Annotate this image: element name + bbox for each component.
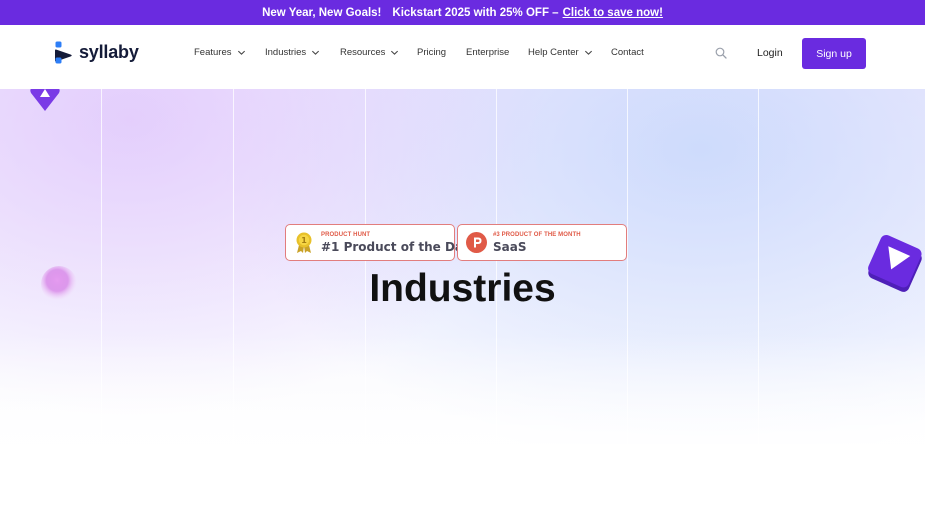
- promo-offer: Kickstart 2025 with 25% OFF –: [392, 6, 559, 19]
- product-hunt-day-badge[interactable]: 1 PRODUCT HUNT #1 Product of the Day: [285, 224, 470, 261]
- syllaby-logo-icon: [55, 41, 72, 64]
- promo-banner: New Year, New Goals! Kickstart 2025 with…: [0, 0, 925, 25]
- nav-enterprise-label: Enterprise: [466, 47, 510, 58]
- product-hunt-month-badge[interactable]: #3 PRODUCT OF THE MONTH SaaS: [457, 224, 627, 261]
- logo[interactable]: syllaby: [55, 41, 139, 64]
- nav-enterprise[interactable]: Enterprise: [466, 47, 509, 58]
- sign-up-button[interactable]: Sign up: [802, 38, 866, 69]
- hero-section: 1 PRODUCT HUNT #1 Product of the Day #3 …: [0, 89, 925, 444]
- badge-source: #3 PRODUCT OF THE MONTH: [493, 232, 581, 238]
- nav-resources[interactable]: Resources: [340, 47, 399, 58]
- chevron-down-icon: [312, 50, 320, 55]
- product-hunt-icon: [466, 232, 487, 253]
- nav-pricing[interactable]: Pricing: [417, 47, 446, 58]
- medal-icon: 1: [296, 232, 312, 253]
- top-navigation: syllaby Features Industries Resources Pr…: [0, 25, 925, 89]
- nav-features-label: Features: [194, 47, 232, 58]
- page-title: Industries: [369, 267, 556, 310]
- chevron-down-icon: [584, 50, 592, 55]
- hero-fade: [0, 334, 925, 444]
- nav-industries-label: Industries: [265, 47, 307, 58]
- nav-contact-label: Contact: [611, 47, 644, 58]
- badge-title: #1 Product of the Day: [321, 240, 471, 254]
- nav-features[interactable]: Features: [194, 47, 246, 58]
- nav-resources-label: Resources: [340, 47, 386, 58]
- badge-title: SaaS: [493, 240, 527, 254]
- logo-text: syllaby: [79, 42, 139, 62]
- chevron-down-icon: [391, 50, 399, 55]
- search-icon[interactable]: [715, 47, 727, 59]
- decorative-shape-icon: [30, 89, 60, 111]
- nav-contact[interactable]: Contact: [611, 47, 644, 58]
- promo-link[interactable]: Click to save now!: [563, 7, 663, 19]
- badge-source: PRODUCT HUNT: [321, 232, 371, 238]
- nav-help-center-label: Help Center: [528, 47, 579, 58]
- login-link[interactable]: Login: [757, 47, 783, 59]
- nav-help-center[interactable]: Help Center: [528, 47, 593, 58]
- sign-up-label: Sign up: [816, 47, 852, 60]
- nav-industries[interactable]: Industries: [265, 47, 320, 58]
- svg-text:1: 1: [301, 236, 307, 245]
- nav-pricing-label: Pricing: [417, 47, 447, 58]
- promo-headline: New Year, New Goals!: [262, 6, 382, 19]
- chevron-down-icon: [237, 50, 245, 55]
